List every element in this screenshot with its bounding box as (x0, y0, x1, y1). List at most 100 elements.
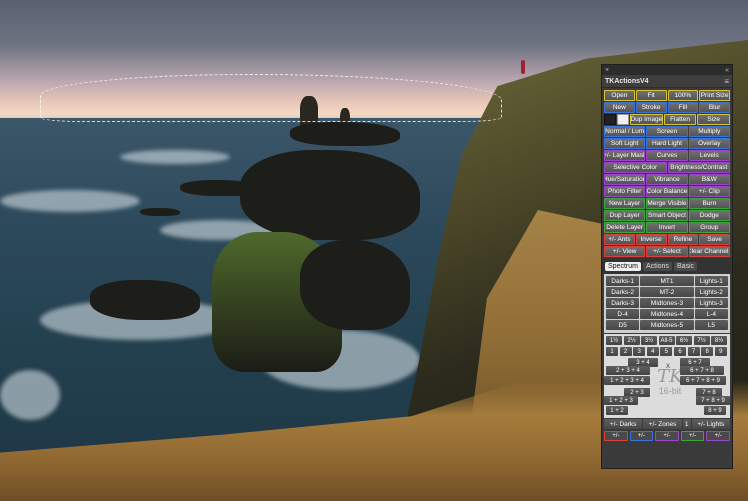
midtones-3-button[interactable]: Midtones-3 (640, 298, 694, 308)
mt1-button[interactable]: MT1 (640, 276, 694, 286)
zone-8-button[interactable]: 8½ (711, 336, 727, 345)
zone-6-button[interactable]: 6 (674, 347, 686, 356)
open-button[interactable]: Open (604, 90, 635, 101)
color-toggle-button[interactable]: +/- (655, 431, 679, 441)
screen-button[interactable]: Screen (646, 126, 688, 137)
fit-button[interactable]: Fit (635, 90, 667, 101)
hue-saturation-button[interactable]: Hue/Saturation (604, 174, 646, 185)
collapse-icon[interactable]: « (725, 67, 729, 74)
size-button[interactable]: Size (697, 114, 731, 125)
darks-2-button[interactable]: Darks-2 (606, 287, 640, 297)
lights-1-button[interactable]: Lights-1 (694, 276, 728, 286)
soft-light-button[interactable]: Soft Light (604, 138, 646, 149)
color-toggle-button[interactable]: +/- (604, 431, 628, 441)
swatch-black-button[interactable] (604, 114, 616, 125)
swatch-white-button[interactable] (617, 114, 629, 125)
midtones-5-button[interactable]: Midtones-5 (640, 320, 694, 330)
new-button[interactable]: New (604, 102, 635, 113)
zone-7-button[interactable]: 7½ (693, 336, 710, 345)
tab-basic[interactable]: Basic (673, 261, 698, 271)
zone-combo-button[interactable]: 6 + 7 + 8 (680, 366, 724, 375)
curves-button[interactable]: Curves (646, 150, 688, 161)
blur-button[interactable]: Blur (699, 102, 730, 113)
ants-button[interactable]: +/- Ants (604, 234, 635, 245)
new-layer-button[interactable]: New Layer (604, 198, 646, 209)
zone-combo-button[interactable]: 1 + 2 (606, 406, 628, 415)
color-toggle-button[interactable]: +/- (706, 431, 730, 441)
l5-button[interactable]: L5 (694, 320, 728, 330)
zone-3-button[interactable]: 3 (633, 347, 646, 356)
color-toggle-button[interactable]: +/- (680, 431, 705, 441)
1-toggle[interactable]: 1 (682, 419, 691, 429)
clip-button[interactable]: +/- Clip (688, 186, 730, 197)
b-w-button[interactable]: B&W (688, 174, 730, 185)
midtones-4-button[interactable]: Midtones-4 (640, 309, 694, 319)
zone-2-button[interactable]: 2½ (623, 336, 640, 345)
l-4-button[interactable]: L-4 (694, 309, 728, 319)
normal-lum-button[interactable]: Normal / Lum (604, 126, 646, 137)
lights-3-button[interactable]: Lights-3 (694, 298, 728, 308)
dup-layer-button[interactable]: Dup Layer (604, 210, 646, 221)
dodge-button[interactable]: Dodge (688, 210, 730, 221)
zone-combo-button[interactable]: 6 + 7 + 8 + 9 (680, 376, 726, 385)
menu-icon[interactable]: ≡ (724, 77, 729, 86)
burn-button[interactable]: Burn (688, 198, 730, 209)
zones-toggle[interactable]: +/- Zones (643, 419, 682, 429)
vibrance-button[interactable]: Vibrance (646, 174, 688, 185)
zone-combo-button[interactable]: 2 + 3 + 4 (606, 366, 650, 375)
zone-combo-button[interactable]: 1 + 2 + 3 (604, 396, 638, 405)
zone-6-button[interactable]: 6½ (676, 336, 692, 345)
d5-button[interactable]: D5 (606, 320, 640, 330)
overlay-button[interactable]: Overlay (688, 138, 730, 149)
photo-filter-button[interactable]: Photo Filter (604, 186, 646, 197)
zone-9-button[interactable]: 9 (714, 347, 727, 356)
zone-7-button[interactable]: 7 (687, 347, 700, 356)
print-size-button[interactable]: Print Size (699, 90, 730, 101)
zone-2-button[interactable]: 2 (619, 347, 632, 356)
select-button[interactable]: +/- Select (646, 246, 688, 257)
inverse-button[interactable]: Inverse (635, 234, 667, 245)
zone-5-button[interactable]: 5 (660, 347, 673, 356)
view-button[interactable]: +/- View (604, 246, 646, 257)
zone-8-button[interactable]: 8 (701, 347, 714, 356)
refine-button[interactable]: Refine (667, 234, 699, 245)
color-toggle-button[interactable]: +/- (629, 431, 654, 441)
darks-3-button[interactable]: Darks-3 (606, 298, 640, 308)
zone-all-5-button[interactable]: All-5 (658, 336, 675, 345)
merge-visible-button[interactable]: Merge Visible (646, 198, 688, 209)
flatten-button[interactable]: Flatten (663, 114, 697, 125)
zone-4-button[interactable]: 4 (646, 347, 659, 356)
d-4-button[interactable]: D-4 (606, 309, 640, 319)
darks-toggle[interactable]: +/- Darks (604, 419, 643, 429)
panel-titlebar[interactable]: × « (602, 65, 732, 75)
fill-button[interactable]: Fill (667, 102, 699, 113)
layer-mask-button[interactable]: +/- Layer Mask (604, 150, 646, 161)
exclude-toggle[interactable]: X (662, 362, 674, 371)
dup-image-button[interactable]: Dup Image (630, 114, 663, 125)
levels-button[interactable]: Levels (688, 150, 730, 161)
darks-1-button[interactable]: Darks-1 (606, 276, 640, 286)
tab-spectrum[interactable]: Spectrum (605, 261, 641, 271)
close-icon[interactable]: × (605, 67, 609, 74)
color-balance-button[interactable]: Color Balance (646, 186, 688, 197)
zone-combo-button[interactable]: 8 + 9 (704, 406, 726, 415)
zone-1-button[interactable]: 1½ (606, 336, 622, 345)
group-button[interactable]: Group (688, 222, 730, 233)
delete-layer-button[interactable]: Delete Layer (604, 222, 646, 233)
lights-2-button[interactable]: Lights-2 (694, 287, 728, 297)
smart-object-button[interactable]: Smart Object (646, 210, 688, 221)
selective-color-button[interactable]: Selective Color (604, 162, 667, 173)
brightness-contrast-button[interactable]: Brightness/Contrast (667, 162, 730, 173)
mt-2-button[interactable]: MT-2 (640, 287, 694, 297)
stroke-button[interactable]: Stroke (635, 102, 667, 113)
zone-1-button[interactable]: 1 (606, 347, 618, 356)
zone-combo-button[interactable]: 1 + 2 + 3 + 4 (604, 376, 650, 385)
lights-toggle[interactable]: +/- Lights (691, 419, 730, 429)
100-button[interactable]: 100% (667, 90, 699, 101)
tab-actions[interactable]: Actions (642, 261, 672, 271)
multiply-button[interactable]: Multiply (688, 126, 730, 137)
zone-3-button[interactable]: 3½ (641, 336, 657, 345)
clear-channels-button[interactable]: Clear Channels (688, 246, 730, 257)
hard-light-button[interactable]: Hard Light (646, 138, 688, 149)
save-button[interactable]: Save (699, 234, 730, 245)
